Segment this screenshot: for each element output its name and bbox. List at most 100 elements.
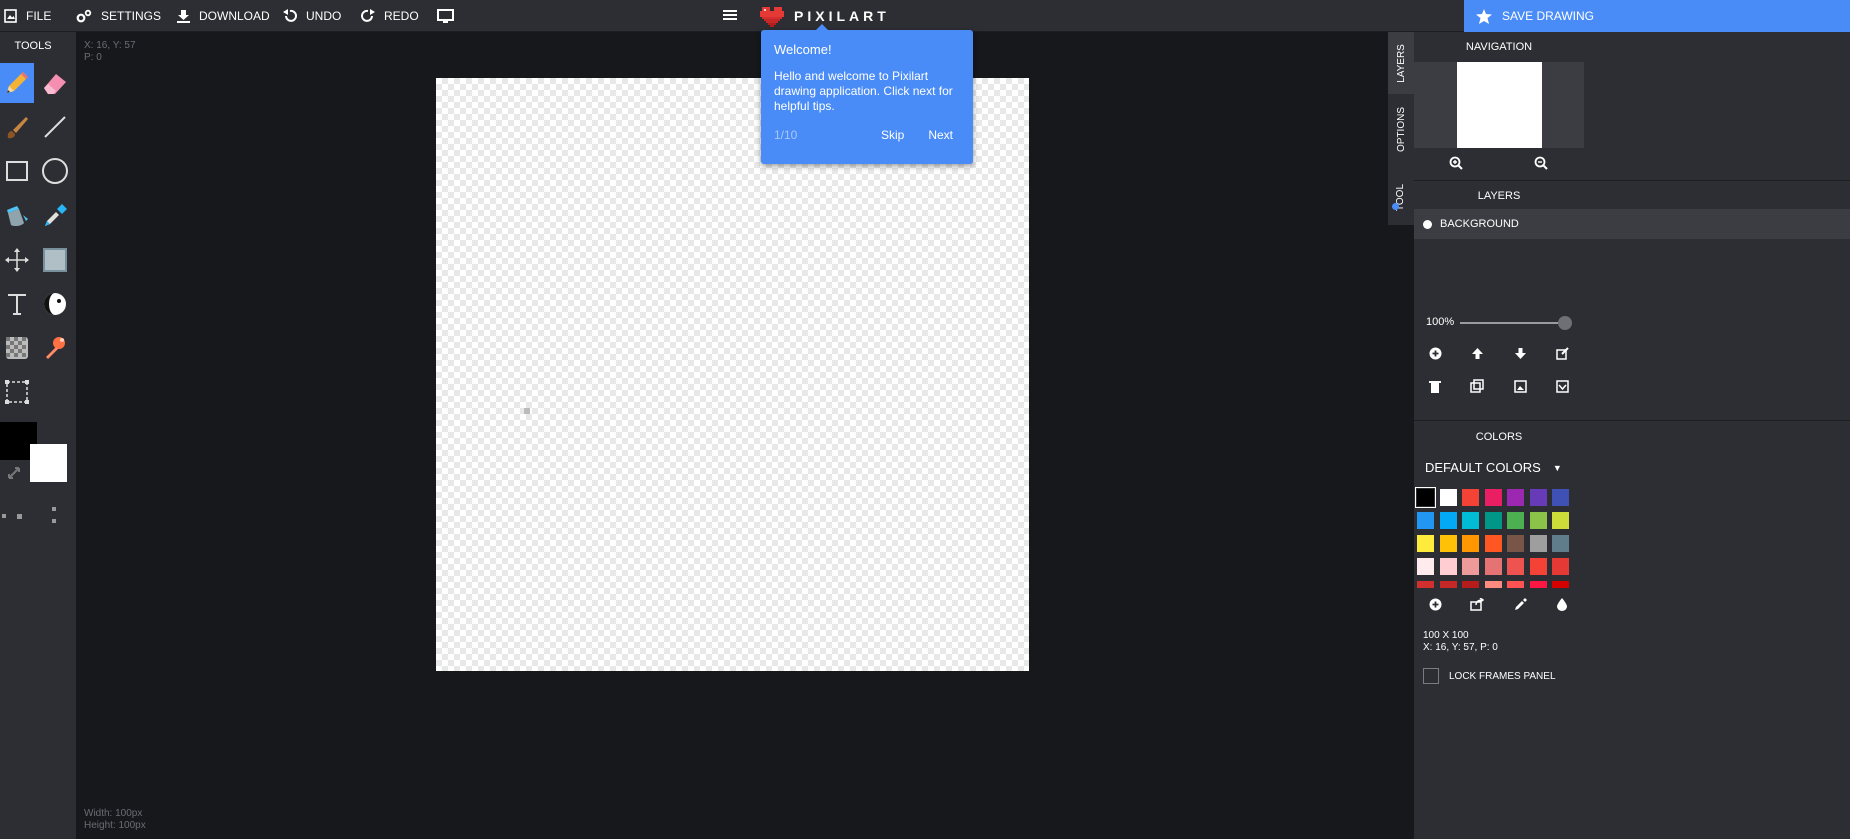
palette-color-swatch[interactable]: [1507, 512, 1524, 529]
palette-color-swatch[interactable]: [1439, 581, 1457, 588]
add-color-icon[interactable]: [1423, 592, 1447, 616]
palette-color-swatch[interactable]: [1529, 558, 1547, 575]
palette-color-swatch[interactable]: [1484, 581, 1502, 588]
tab-options-label: OPTIONS: [1395, 106, 1407, 152]
tab-tool[interactable]: TOOL: [1388, 172, 1414, 222]
display-button[interactable]: [437, 0, 463, 32]
redo-label: REDO: [384, 9, 419, 23]
tab-layers[interactable]: LAYERS: [1388, 32, 1414, 94]
tour-next-button[interactable]: Next: [928, 128, 953, 142]
secondary-color-swatch[interactable]: [30, 444, 67, 482]
palette-color-swatch[interactable]: [1552, 535, 1569, 552]
palette-color-swatch[interactable]: [1484, 512, 1502, 529]
opacity-slider-handle[interactable]: [1558, 316, 1572, 330]
palette-color-swatch[interactable]: [1462, 558, 1479, 575]
brush-tool[interactable]: [0, 107, 34, 147]
eraser-tool[interactable]: [38, 63, 72, 103]
ellipse-tool[interactable]: [38, 151, 72, 191]
palette-color-swatch[interactable]: [1462, 512, 1479, 529]
palette-dropdown[interactable]: DEFAULT COLORS ▼: [1425, 460, 1562, 475]
duplicate-layer-icon[interactable]: [1465, 374, 1489, 398]
delete-layer-icon[interactable]: [1423, 374, 1447, 398]
palette-color-swatch[interactable]: [1484, 558, 1502, 575]
drawing-canvas[interactable]: [436, 78, 1029, 671]
palette-color-swatch[interactable]: [1552, 558, 1569, 575]
swap-colors-icon[interactable]: [7, 466, 21, 485]
brush-size-large-icon[interactable]: [52, 507, 56, 511]
brush-size-small-icon[interactable]: [2, 514, 6, 518]
download-button[interactable]: DOWNLOAD: [177, 0, 270, 32]
palette-color-swatch[interactable]: [1552, 512, 1569, 529]
layer-row-background[interactable]: BACKGROUND: [1414, 209, 1850, 239]
palette-color-swatch[interactable]: [1552, 489, 1569, 506]
selection-tool[interactable]: [0, 372, 34, 412]
move-tool[interactable]: [0, 240, 34, 280]
palette-color-swatch[interactable]: [1417, 535, 1434, 552]
cursor-pixel: P: 0: [84, 52, 102, 63]
add-layer-icon[interactable]: [1423, 341, 1447, 365]
opacity-slider-track[interactable]: [1460, 322, 1562, 324]
edit-layer-icon[interactable]: [1550, 341, 1574, 365]
file-menu-button[interactable]: FILE: [4, 0, 51, 32]
share-palette-icon[interactable]: [1465, 592, 1489, 616]
lock-frames-checkbox[interactable]: [1423, 668, 1439, 684]
eyedropper-tool[interactable]: [38, 196, 72, 236]
rectangle-tool[interactable]: [0, 151, 34, 191]
palette-color-swatch[interactable]: [1507, 489, 1524, 506]
layer-image-icon[interactable]: [1508, 374, 1532, 398]
color-drop-icon[interactable]: [1550, 592, 1574, 616]
navigation-preview-box[interactable]: [1414, 62, 1584, 148]
zoom-in-icon[interactable]: [1444, 151, 1468, 175]
tour-skip-button[interactable]: Skip: [881, 128, 904, 142]
stamp-tool[interactable]: [38, 328, 72, 368]
checker-pattern-icon: [6, 337, 28, 359]
fill-selection-tool[interactable]: [38, 240, 72, 280]
zoom-out-icon[interactable]: [1529, 151, 1553, 175]
palette-color-swatch[interactable]: [1439, 535, 1457, 552]
palette-color-swatch[interactable]: [1417, 581, 1434, 588]
eraser-icon: [44, 74, 66, 94]
color-picker-icon[interactable]: [1508, 592, 1532, 616]
settings-button[interactable]: SETTINGS: [76, 0, 161, 32]
palette-color-swatch[interactable]: [1529, 581, 1547, 588]
palette-color-swatch[interactable]: [1439, 489, 1457, 506]
redo-button[interactable]: REDO: [361, 0, 419, 32]
tab-options[interactable]: OPTIONS: [1388, 98, 1414, 160]
line-tool[interactable]: [38, 107, 72, 147]
palette-color-swatch[interactable]: [1484, 535, 1502, 552]
bucket-tool[interactable]: [0, 196, 34, 236]
palette-color-swatch[interactable]: [1462, 581, 1479, 588]
eyedropper-icon: [45, 204, 67, 226]
palette-color-swatch[interactable]: [1552, 581, 1569, 588]
palette-color-swatch[interactable]: [1507, 535, 1524, 552]
palette-color-swatch[interactable]: [1439, 558, 1457, 575]
palette-color-swatch[interactable]: [1529, 535, 1547, 552]
save-drawing-button[interactable]: SAVE DRAWING: [1464, 0, 1850, 32]
cursor-xy: X: 16, Y: 57: [84, 40, 136, 51]
move-layer-down-icon[interactable]: [1508, 341, 1532, 365]
side-tabs: LAYERS OPTIONS TOOL: [1388, 32, 1414, 225]
text-tool[interactable]: [0, 284, 34, 324]
undo-button[interactable]: UNDO: [283, 0, 341, 32]
pencil-icon: [7, 72, 28, 93]
palette-color-swatch[interactable]: [1462, 489, 1479, 506]
palette-color-swatch[interactable]: [1529, 489, 1547, 506]
palette-color-swatch[interactable]: [1417, 512, 1434, 529]
move-layer-up-icon[interactable]: [1465, 341, 1489, 365]
palette-color-swatch[interactable]: [1417, 558, 1434, 575]
palette-color-swatch[interactable]: [1439, 512, 1457, 529]
merge-layer-icon[interactable]: [1550, 374, 1574, 398]
pencil-tool[interactable]: [0, 63, 34, 103]
palette-color-swatch[interactable]: [1462, 535, 1479, 552]
palette-color-swatch[interactable]: [1484, 489, 1502, 506]
palette-color-swatch[interactable]: [1507, 558, 1524, 575]
navigation-thumbnail: [1457, 62, 1542, 148]
hamburger-menu-icon[interactable]: [722, 7, 738, 23]
shading-tool[interactable]: [38, 284, 72, 324]
layer-visibility-icon[interactable]: [1423, 219, 1432, 229]
brush-size-medium-icon[interactable]: [17, 514, 22, 519]
dither-tool[interactable]: [0, 328, 34, 368]
palette-color-swatch[interactable]: [1529, 512, 1547, 529]
palette-color-swatch[interactable]: [1507, 581, 1524, 588]
palette-color-swatch[interactable]: [1415, 487, 1436, 508]
